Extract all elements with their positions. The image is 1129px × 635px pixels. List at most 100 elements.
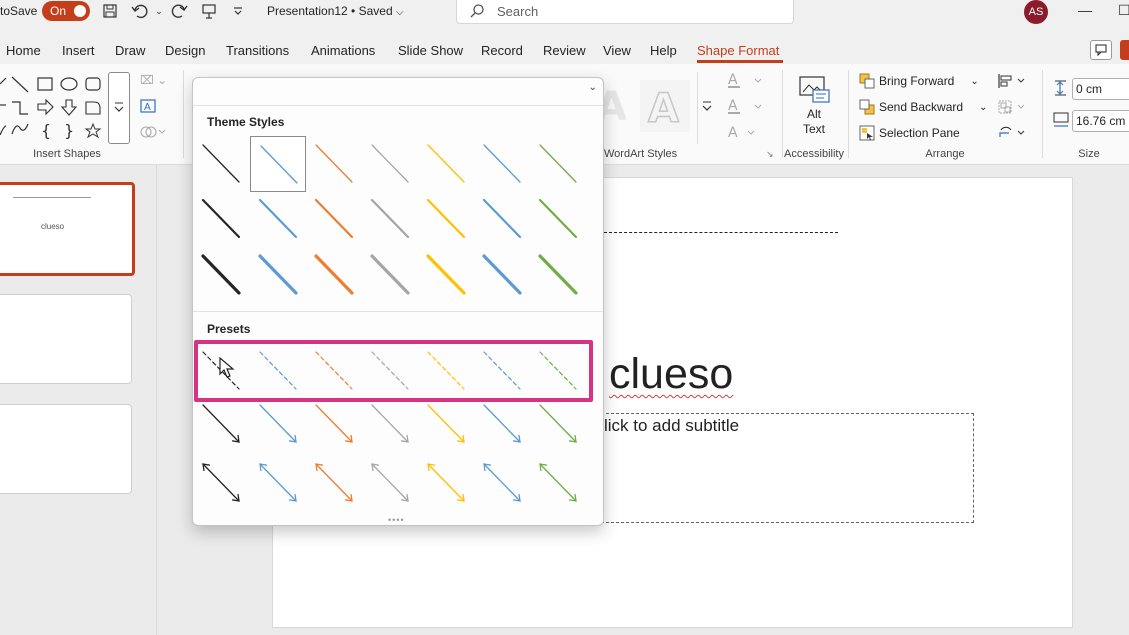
highlight-box xyxy=(194,340,593,402)
shape-width-input[interactable]: 16.76 cm xyxy=(1072,110,1129,132)
share-button[interactable] xyxy=(1120,40,1129,60)
redo-icon[interactable] xyxy=(169,2,189,20)
line-style-preset-arrow-6[interactable] xyxy=(474,396,530,452)
text-box-icon[interactable]: A xyxy=(140,99,156,116)
line-style-theme-thick-2[interactable] xyxy=(250,247,306,303)
chevron-down-icon[interactable]: ⌄ xyxy=(589,82,597,93)
wordart-preview-2[interactable]: A xyxy=(640,80,690,135)
line-style-preset-arrow-1[interactable] xyxy=(193,396,249,452)
rotate-icon[interactable] xyxy=(997,125,1027,144)
undo-dropdown-icon[interactable]: ⌄ xyxy=(149,2,169,20)
line-style-theme-thick-5[interactable] xyxy=(418,247,474,303)
wordart-more-button[interactable] xyxy=(697,72,715,144)
line-style-preset-arrow-3[interactable] xyxy=(306,396,362,452)
line-style-preset-double-arrow-1[interactable] xyxy=(193,455,249,511)
line-style-preset-double-arrow-7[interactable] xyxy=(530,455,586,511)
line-style-theme-thick-7[interactable] xyxy=(530,247,586,303)
autosave-toggle[interactable]: On xyxy=(42,1,90,21)
line-style-theme-thick-4[interactable] xyxy=(362,247,418,303)
line-style-preset-double-arrow-3[interactable] xyxy=(306,455,362,511)
tab-slide-show[interactable]: Slide Show xyxy=(398,43,463,58)
line-style-preset-double-arrow-2[interactable] xyxy=(250,455,306,511)
line-style-preset-double-arrow-6[interactable] xyxy=(474,455,530,511)
group-label-insert-shapes: Insert Shapes xyxy=(33,148,101,160)
dialog-launcher-icon[interactable]: ↘ xyxy=(766,149,774,160)
line-style-theme-thick-1[interactable] xyxy=(193,247,249,303)
line-style-theme-medium-5[interactable] xyxy=(418,191,474,247)
group-objects-icon[interactable] xyxy=(997,99,1027,118)
tab-view[interactable]: View xyxy=(603,43,631,58)
tab-insert[interactable]: Insert xyxy=(62,43,95,58)
line-style-preset-double-arrow-4[interactable] xyxy=(362,455,418,511)
minimize-icon[interactable]: — xyxy=(1078,2,1092,18)
bring-forward-button[interactable]: Bring Forward ⌄ xyxy=(859,73,979,89)
align-icon[interactable] xyxy=(997,73,1027,92)
line-style-theme-medium-4[interactable] xyxy=(362,191,418,247)
tab-home[interactable]: Home xyxy=(6,43,41,58)
tab-review[interactable]: Review xyxy=(543,43,586,58)
resize-gripper[interactable]: •••• xyxy=(388,515,405,525)
line-style-theme-medium-2[interactable] xyxy=(250,191,306,247)
merge-shapes-icon[interactable] xyxy=(140,125,166,142)
shape-height-input[interactable]: 0 cm xyxy=(1072,78,1129,100)
customize-qat-icon[interactable] xyxy=(228,2,248,20)
line-style-preset-arrow-4[interactable] xyxy=(362,396,418,452)
line-style-theme-thin-6[interactable] xyxy=(474,136,530,192)
autosave-label: toSave xyxy=(0,4,38,18)
line-style-theme-thin-5[interactable] xyxy=(418,136,474,192)
line-style-theme-thick-3[interactable] xyxy=(306,247,362,303)
tab-transitions[interactable]: Transitions xyxy=(226,43,289,58)
line-style-theme-medium-1[interactable] xyxy=(193,191,249,247)
line-style-preset-double-arrow-5[interactable] xyxy=(418,455,474,511)
selection-pane-button[interactable]: Selection Pane xyxy=(859,125,960,141)
tab-draw[interactable]: Draw xyxy=(115,43,145,58)
line-preview xyxy=(202,404,240,443)
slide-thumbnail-3[interactable] xyxy=(0,404,132,494)
slide-title[interactable]: clueso xyxy=(609,350,733,399)
tab-design[interactable]: Design xyxy=(165,43,205,58)
search-box[interactable]: Search xyxy=(456,0,794,24)
tab-animations[interactable]: Animations xyxy=(311,43,375,58)
line-style-theme-thin-7[interactable] xyxy=(530,136,586,192)
maximize-icon[interactable]: ☐ xyxy=(1118,2,1129,19)
line-style-theme-thin-3[interactable] xyxy=(306,136,362,192)
line-style-theme-thick-6[interactable] xyxy=(474,247,530,303)
svg-text:A: A xyxy=(144,102,151,113)
line-style-theme-medium-3[interactable] xyxy=(306,191,362,247)
line-preview xyxy=(259,404,297,443)
avatar[interactable]: AS xyxy=(1024,0,1048,24)
text-effects-icon[interactable]: A xyxy=(728,124,764,143)
line-style-preset-arrow-7[interactable] xyxy=(530,396,586,452)
slide-thumbnail-2[interactable] xyxy=(0,294,132,384)
document-title[interactable]: Presentation12 • Saved ⌵ xyxy=(267,4,404,18)
line-style-theme-thin-2[interactable] xyxy=(250,136,306,192)
shapes-gallery[interactable]: { } xyxy=(0,72,110,142)
present-icon[interactable] xyxy=(199,2,219,20)
line-style-preset-arrow-5[interactable] xyxy=(418,396,474,452)
line-stroke xyxy=(202,144,240,183)
send-backward-button[interactable]: Send Backward ⌄ xyxy=(859,99,987,115)
line-style-theme-thin-4[interactable] xyxy=(362,136,418,192)
shapes-more-button[interactable] xyxy=(108,72,130,144)
slide-thumbnail-1[interactable]: clueso xyxy=(0,182,135,276)
tab-shape-format[interactable]: Shape Format xyxy=(697,43,779,58)
comments-button[interactable] xyxy=(1090,40,1112,60)
edit-shape-icon[interactable]: ⌧ ⌄ xyxy=(140,73,167,87)
line-style-theme-medium-7[interactable] xyxy=(530,191,586,247)
alt-text-button[interactable]: Alt Text xyxy=(797,74,831,140)
tab-help[interactable]: Help xyxy=(650,43,677,58)
text-outline-icon[interactable]: A xyxy=(728,98,764,117)
line-style-theme-medium-6[interactable] xyxy=(474,191,530,247)
line-style-theme-thin-1[interactable] xyxy=(193,136,249,192)
save-icon[interactable] xyxy=(100,2,120,20)
tab-record[interactable]: Record xyxy=(481,43,523,58)
line-stroke xyxy=(482,198,522,239)
undo-icon[interactable] xyxy=(130,2,150,20)
text-fill-icon[interactable]: A xyxy=(728,72,764,91)
wordart-preview-1[interactable]: A xyxy=(596,80,627,138)
section-theme-styles: Theme Styles xyxy=(207,115,285,129)
active-tab-indicator xyxy=(697,60,783,63)
alt-text-label-2: Text xyxy=(802,122,825,136)
line-stroke xyxy=(201,254,241,295)
line-style-preset-arrow-2[interactable] xyxy=(250,396,306,452)
